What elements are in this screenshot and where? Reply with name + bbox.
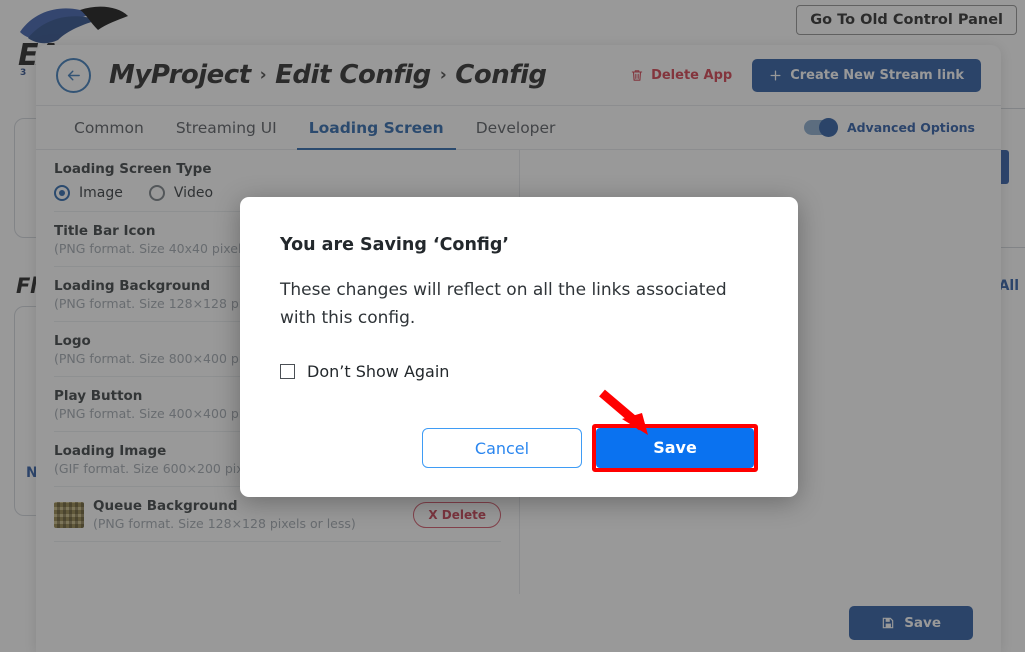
screenshot-root: EA 3 D Go To Old Control Panel Flip N Al… [0,0,1025,652]
dont-show-again-row[interactable]: Don’t Show Again [280,362,758,381]
dialog-message: These changes will reflect on all the li… [280,280,727,328]
dialog-actions: Cancel Save [422,424,758,472]
cancel-button[interactable]: Cancel [422,428,582,468]
save-button[interactable]: Save [596,428,754,468]
dont-show-again-label: Don’t Show Again [307,362,450,382]
dialog-title: You are Saving ‘Config’ [280,235,510,255]
save-button-highlight: Save [592,424,758,472]
dont-show-again-checkbox[interactable] [280,364,295,380]
saving-config-dialog: You are Saving ‘Config’ These changes wi… [240,197,798,497]
